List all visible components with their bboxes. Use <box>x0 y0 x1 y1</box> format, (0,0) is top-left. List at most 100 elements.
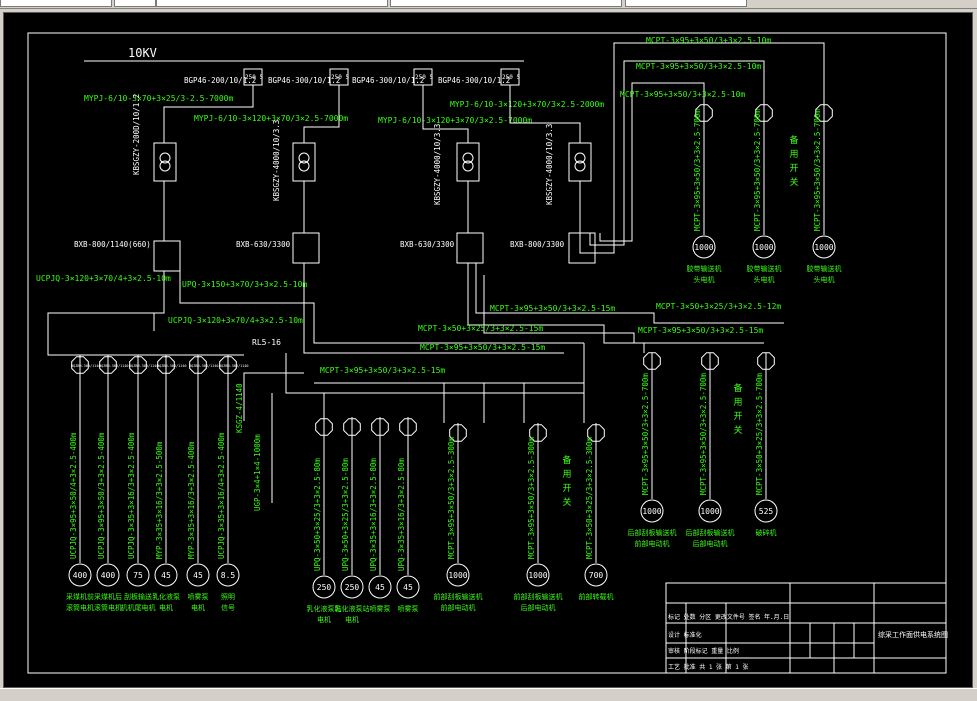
breaker-label: DQZBH-300/1140 <box>219 364 249 368</box>
load-name: 电机 <box>317 615 331 624</box>
switch-label: BXB-800/1140(660) <box>74 240 151 249</box>
load-groups: DQZBH-300/1140 UCPJQ-3×95+3×50/4+3×2.5-40… <box>66 103 842 624</box>
feeder-label-1: MYPJ-6/10-3×70+3×25/3-2.5-7000m <box>84 94 233 103</box>
spare-switch-label: 用 <box>562 469 571 480</box>
source-3: 250 5 BGP46-300/10/1.2 <box>352 68 433 86</box>
branch-cable-label: UCPJQ-3×95+3×50/3+3×2.5-400m <box>97 432 106 559</box>
branch-cable-label: MCPT-3×95+3×50/3+3×2.5-300m <box>447 437 456 559</box>
load-name: 前部电动机 <box>635 539 670 548</box>
load-name: 后部电动机 <box>693 539 728 548</box>
motor-rating: 1000 <box>528 571 547 580</box>
motor-rating: 45 <box>193 571 203 580</box>
bus-voltage-label: 10KV <box>128 46 157 60</box>
cable-label: MCPT-3×95+3×50/3+3×2.5-15m <box>420 343 545 352</box>
load-name: 信号 <box>221 603 235 612</box>
tool-buttons[interactable] <box>114 0 156 7</box>
motor-rating: 45 <box>375 583 385 592</box>
breaker-label: DQZBH-300/1140 <box>71 364 101 368</box>
spare-switch-label: 开 <box>562 483 571 494</box>
load-name: 前部转载机 <box>579 592 614 601</box>
branch-cable-label: UPQ-3×50+3×25/3+3×2.5-80m <box>313 458 322 571</box>
cable-label: MCPT-3×50+3×25/3+3×2.5-15m <box>418 324 543 333</box>
lighting-cable-label: UGP-3×4+1×4-1000m <box>253 434 262 511</box>
load-name: 头电机 <box>814 275 835 284</box>
source-2: 250 5 BGP46-300/10/1.2 <box>268 68 349 86</box>
load-name: 胶带输送机 <box>747 264 782 273</box>
spare-switch-label: 开 <box>789 163 798 174</box>
load-name: 电机 <box>191 603 205 612</box>
cable-label: MCPT-3×95+3×50/3+3×2.5-10m <box>636 62 761 71</box>
cable-label: MCPT-3×95+3×50/3+3×2.5-10m <box>620 90 745 99</box>
branch-cable-label: UCPJQ-3×35+3×16/4+3×2.5-400m <box>217 432 226 559</box>
branch-cable-label: MCPT-3×50+3×25/3+3×2.5-300m <box>585 437 594 559</box>
load-name: 乳化液泵 <box>152 592 180 601</box>
load-name: 前部刮板输送机 <box>514 592 563 601</box>
motor-rating: 1000 <box>694 243 713 252</box>
cable-label: MCPT-3×50+3×25/3+3×2.5-12m <box>656 302 781 311</box>
lineweight-dropdown[interactable] <box>390 0 622 7</box>
motor-rating: 250 <box>317 583 332 592</box>
plotstyle-dropdown[interactable] <box>625 0 747 7</box>
toolbar <box>0 0 977 9</box>
title-row-4: 工艺 批准 共 1 张 第 1 张 <box>668 663 749 671</box>
load-name: 胶带输送机 <box>807 264 842 273</box>
load-name: 电机 <box>159 603 173 612</box>
transformer-4: KBSGZY-4000/10/3.3 BXB-800/3300 <box>509 85 596 264</box>
load-name: 采煤机前 <box>66 592 94 601</box>
motor-rating: 525 <box>759 507 774 516</box>
branch-cable-label: MCPT-3×50+3×25/3+3×2.5-700m <box>755 373 764 495</box>
spare-switch-label: 用 <box>733 397 742 408</box>
transformer-2: KBSGZY-4000/10/3.3 BXB-630/3300 <box>236 85 340 264</box>
title-row-3: 审核 阶段标记 重量 比例 <box>668 647 739 655</box>
drawing-title: 综采工作面供电系统图 <box>878 630 948 639</box>
cable-label: UPQ-3×150+3×70/3+3×2.5-10m <box>182 280 307 289</box>
cable-label: UCPJQ-3×120+3×70/4+3×2.5-10m <box>168 316 303 325</box>
spare-switch-label: 关 <box>789 176 798 188</box>
load-name: 胶带输送机 <box>687 264 722 273</box>
motor-rating: 1000 <box>642 507 661 516</box>
spare-switch-label: 用 <box>789 149 798 160</box>
motor-rating: 250 <box>345 583 360 592</box>
spare-switch-label: 开 <box>733 411 742 422</box>
branch-cable-label: UPQ-3×35+3×16/3+3×2.5-80m <box>397 458 406 571</box>
spare-switch-label: 备 <box>562 454 571 466</box>
source-1: 250 5 BGP46-200/10/1.2 <box>184 68 263 86</box>
transformer-label: KBSGZY-200D/10/1.2 <box>132 94 141 175</box>
transformer-1: KBSGZY-200D/10/1.2 BXB-800/1140(660) <box>74 85 254 272</box>
load-name: 破碎机 <box>756 528 777 537</box>
motor-rating: 75 <box>133 571 143 580</box>
branch-cable-label: MCPT-3×95+3×50/3+3×2.5-700m <box>641 373 650 495</box>
motor-rating: 400 <box>101 571 116 580</box>
feeder-label-3: MYPJ-6/10-3×120+3×70/3×2.5-7000m <box>378 116 532 125</box>
load-name: 滚筒电机 <box>66 603 94 612</box>
source-label: BGP46-300/10/1.2 <box>268 76 340 85</box>
branch-cable-label: MYP-3×35+3×16/3+3×2.5-400m <box>187 441 196 559</box>
spare-switch-label: 关 <box>733 424 742 436</box>
load-name: 乳化液泵站 <box>335 604 370 613</box>
motor-rating: 400 <box>73 571 88 580</box>
branch-cable-label: MYP-3×35+3×16/3+3×2.5-500m <box>155 441 164 559</box>
linetype-dropdown[interactable] <box>156 0 388 7</box>
motor-rating: 700 <box>589 571 604 580</box>
branch-cable-label: MCPT-3×95+3×50/3+3×2.5-700m <box>699 373 708 495</box>
transformer-label: KBSGZY-4000/10/3.3 <box>433 124 442 205</box>
drawing-canvas[interactable]: 10KV 250 5 BGP46-200/10/1.2 250 5 BGP46-… <box>3 12 973 688</box>
motor-rating: 1000 <box>754 243 773 252</box>
motor-rating: 45 <box>161 571 171 580</box>
load-name: 喷雾泵 <box>398 604 419 613</box>
cable-label: RL5-16 <box>252 338 281 347</box>
load-name: 滚筒电机 <box>94 603 122 612</box>
layer-dropdown[interactable] <box>0 0 112 7</box>
branch-cable-label: UCPJQ-3×95+3×50/4+3×2.5-400m <box>69 432 78 559</box>
load-name: 头电机 <box>754 275 775 284</box>
breaker-label: DQZBH-300/1140 <box>129 364 159 368</box>
source-label: BGP46-300/10/1.2 <box>438 76 510 85</box>
motor-rating: 45 <box>403 583 413 592</box>
lighting-switch-label: KSGZ-4/1140 <box>235 383 244 433</box>
power-system-diagram: 10KV 250 5 BGP46-200/10/1.2 250 5 BGP46-… <box>27 32 948 674</box>
spare-switch-label: 关 <box>562 496 571 508</box>
branch-cable-label: MCPT-3×95+3×50/3+3×2.5-700m <box>693 109 702 231</box>
branch-cable-label: MCPT-3×95+3×50/3+3×2.5-700m <box>813 109 822 231</box>
branch-cable-label: MCPT-3×95+3×50/3+3×2.5-700m <box>753 109 762 231</box>
load-name: 采煤机后 <box>94 592 122 601</box>
